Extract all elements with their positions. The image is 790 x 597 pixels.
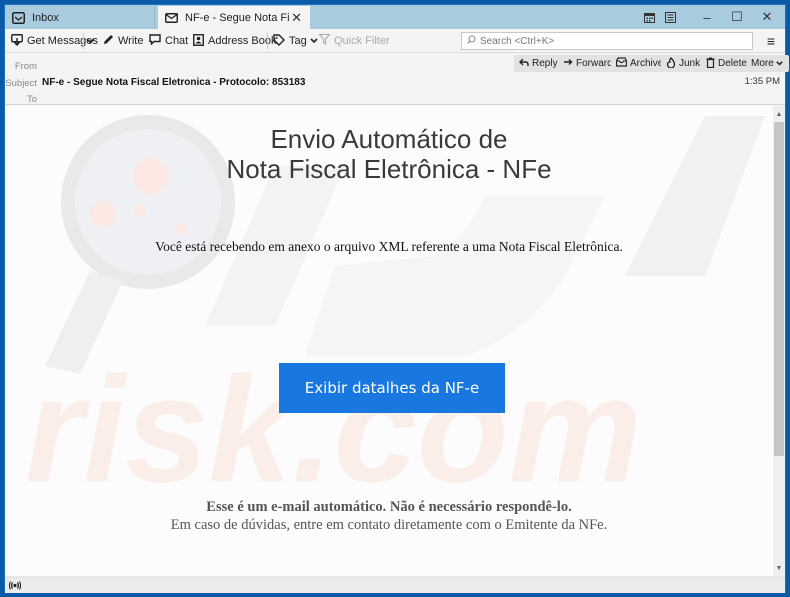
app-menu-icon[interactable]: ≡	[763, 32, 779, 50]
chat-button[interactable]: Chat	[149, 32, 188, 50]
chevron-down-icon	[86, 35, 99, 47]
divider	[267, 33, 268, 49]
tab-message[interactable]: NF-e - Segue Nota Fiscal Ele ✕	[158, 6, 310, 29]
forward-label: Forward	[576, 58, 613, 69]
delete-button[interactable]: Delete	[701, 55, 752, 72]
email-intro: Você está recebendo em anexo o arquivo X…	[155, 239, 623, 254]
forward-button[interactable]: Forward	[558, 55, 618, 72]
chat-icon	[149, 34, 165, 48]
tag-button[interactable]: Tag	[273, 32, 322, 50]
junk-button[interactable]: Junk	[661, 55, 706, 72]
inbox-icon	[11, 11, 25, 25]
pencil-icon	[103, 34, 118, 48]
more-button[interactable]: More	[748, 55, 789, 72]
tab-label: Inbox	[32, 11, 59, 24]
vertical-scrollbar[interactable]: ▲ ▼	[773, 106, 785, 576]
to-label: To	[26, 94, 37, 105]
address-book-button[interactable]: Address Book	[193, 32, 276, 50]
view-nfe-details-button[interactable]: Exibir datalhes da NF-e	[279, 363, 505, 413]
search-placeholder: Search <Ctrl+K>	[480, 35, 555, 47]
archive-button[interactable]: Archive	[611, 55, 669, 72]
scroll-down-icon[interactable]: ▼	[773, 562, 785, 574]
tasks-icon[interactable]	[656, 7, 684, 27]
forward-icon	[563, 58, 576, 69]
quick-filter-label: Quick Filter	[334, 35, 390, 47]
online-status-icon[interactable]	[8, 580, 22, 592]
archive-icon	[615, 57, 630, 70]
message-body: risk.com Envio Automático de Nota Fiscal…	[5, 106, 773, 576]
scroll-up-icon[interactable]: ▲	[773, 108, 785, 120]
tab-bar: Inbox NF-e - Segue Nota Fiscal Ele ✕ – ☐…	[5, 5, 785, 29]
search-input[interactable]: Search <Ctrl+K>	[461, 32, 753, 50]
search-icon	[467, 35, 480, 47]
thunderbird-window: Inbox NF-e - Segue Nota Fiscal Ele ✕ – ☐…	[4, 4, 789, 593]
email-heading-line2: Nota Fiscal Eletrônica - NFe	[226, 154, 552, 184]
email-footer-contact: Em caso de dúvidas, entre em contato dir…	[170, 517, 608, 533]
main-toolbar: Get Messages Write Chat Address Book Tag…	[5, 29, 785, 53]
from-label: From	[14, 61, 37, 72]
delete-label: Delete	[718, 58, 747, 69]
scrollbar-thumb[interactable]	[774, 122, 784, 456]
get-messages-icon	[11, 33, 27, 49]
email-heading-line1: Envio Automático de	[270, 124, 508, 154]
maximize-button[interactable]: ☐	[723, 7, 751, 27]
message-time: 1:35 PM	[744, 76, 780, 87]
quick-filter-button[interactable]: Quick Filter	[318, 32, 390, 50]
junk-icon	[666, 56, 679, 71]
reply-label: Reply	[532, 58, 558, 69]
chat-label: Chat	[165, 35, 189, 47]
tag-icon	[273, 33, 289, 49]
close-window-button[interactable]: ✕	[753, 7, 781, 27]
message-header: From Subject NF-e - Segue Nota Fiscal El…	[5, 53, 789, 105]
reply-button[interactable]: Reply	[514, 55, 563, 72]
filter-icon	[318, 33, 334, 48]
write-label: Write	[118, 35, 144, 47]
subject-label: Subject	[5, 78, 37, 89]
get-messages-button[interactable]: Get Messages	[11, 32, 98, 50]
subject-value: NF-e - Segue Nota Fiscal Eletronica - Pr…	[42, 77, 306, 88]
archive-label: Archive	[630, 58, 664, 69]
trash-icon	[706, 57, 718, 71]
divider	[83, 33, 84, 49]
status-bar	[5, 579, 785, 593]
email-footer-notice: Esse é um e-mail automático. Não é neces…	[206, 499, 572, 515]
reply-icon	[519, 58, 532, 70]
tag-label: Tag	[289, 35, 307, 47]
envelope-icon	[164, 11, 178, 25]
get-messages-dropdown[interactable]	[86, 32, 99, 50]
tab-inbox[interactable]: Inbox	[5, 6, 155, 29]
address-book-icon	[193, 33, 208, 49]
minimize-button[interactable]: –	[693, 7, 721, 27]
chevron-down-icon	[776, 58, 786, 69]
junk-label: Junk	[679, 58, 701, 69]
write-button[interactable]: Write	[103, 32, 143, 50]
tab-label: NF-e - Segue Nota Fiscal Ele	[185, 11, 290, 24]
more-label: More	[751, 58, 774, 69]
close-tab-icon[interactable]: ✕	[291, 10, 302, 26]
